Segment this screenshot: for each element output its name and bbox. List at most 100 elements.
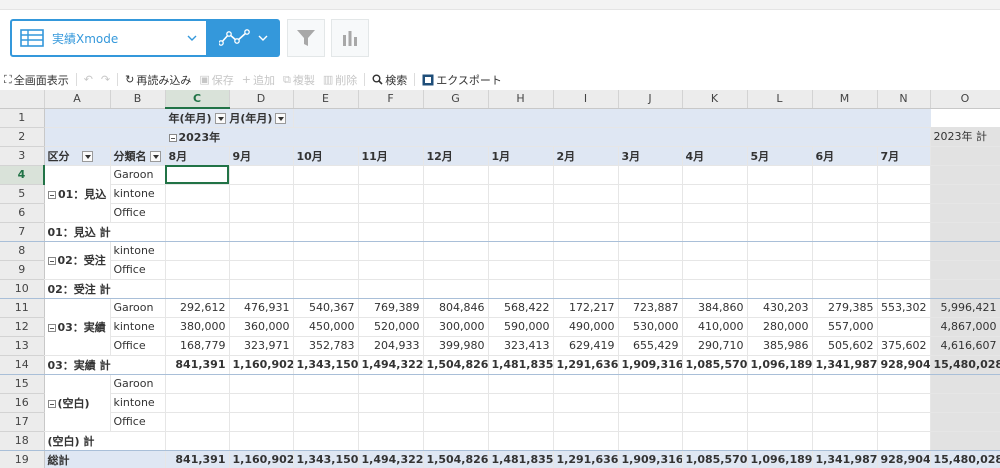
pivot-grid[interactable]: A B C D E F G H I J K L M N O 1 年(年月) 月(… — [0, 90, 1000, 468]
cell[interactable] — [682, 184, 748, 204]
total-cell[interactable]: 4,616,607 — [930, 336, 1000, 356]
cell[interactable] — [358, 412, 424, 432]
cell[interactable] — [423, 412, 489, 432]
cell[interactable] — [165, 279, 230, 299]
column-header[interactable]: C — [165, 90, 230, 109]
cell[interactable] — [553, 431, 619, 451]
cell[interactable] — [165, 184, 230, 204]
column-header[interactable]: A — [44, 90, 111, 109]
cell[interactable] — [553, 222, 619, 242]
add-button[interactable]: + 追加 — [238, 70, 279, 89]
column-header[interactable]: E — [293, 90, 359, 109]
cell[interactable] — [229, 184, 294, 204]
value-cell[interactable]: 380,000 — [165, 317, 230, 337]
value-cell[interactable]: 290,710 — [682, 336, 748, 356]
cell[interactable] — [423, 260, 489, 280]
cell[interactable] — [682, 374, 748, 394]
grand-total-value[interactable]: 1,341,987 — [812, 450, 878, 468]
value-cell[interactable]: 505,602 — [812, 336, 878, 356]
cell[interactable] — [812, 165, 878, 185]
cell[interactable] — [877, 412, 931, 432]
subtotal-value[interactable]: 841,391 — [165, 355, 230, 375]
cell[interactable] — [293, 203, 359, 223]
subtotal-value[interactable]: 1,481,835 — [488, 355, 554, 375]
value-cell[interactable]: 385,986 — [747, 336, 813, 356]
cell[interactable] — [293, 412, 359, 432]
filter-button[interactable] — [287, 19, 325, 57]
column-header[interactable]: J — [618, 90, 683, 109]
cell[interactable] — [877, 222, 931, 242]
cell[interactable] — [812, 222, 878, 242]
cell[interactable] — [747, 203, 813, 223]
row-header[interactable]: 9 — [0, 260, 45, 280]
cell[interactable] — [423, 203, 489, 223]
grand-total-label[interactable]: 総計 — [44, 450, 166, 468]
row-header[interactable]: 18 — [0, 431, 45, 451]
cell[interactable] — [488, 260, 554, 280]
item-cell[interactable]: Office — [110, 203, 166, 223]
value-cell[interactable]: 323,971 — [229, 336, 294, 356]
cell[interactable] — [358, 279, 424, 299]
cell[interactable] — [812, 108, 878, 128]
item-cell[interactable]: kintone — [110, 393, 166, 413]
row-header[interactable]: 16 — [0, 393, 45, 413]
row-header[interactable]: 10 — [0, 279, 45, 299]
cell[interactable] — [553, 203, 619, 223]
cell[interactable] — [682, 260, 748, 280]
row-header[interactable]: 1 — [0, 108, 45, 128]
cell[interactable] — [682, 222, 748, 242]
cell[interactable] — [812, 260, 878, 280]
cell[interactable] — [293, 222, 359, 242]
column-header[interactable]: D — [229, 90, 294, 109]
fullscreen-button[interactable]: ⛶ 全画面表示 — [0, 70, 73, 89]
value-cell[interactable]: 375,602 — [877, 336, 931, 356]
column-header[interactable]: B — [110, 90, 166, 109]
cell[interactable] — [812, 431, 878, 451]
cell[interactable] — [229, 222, 294, 242]
cell[interactable] — [358, 260, 424, 280]
subtotal-value[interactable]: 928,904 — [877, 355, 931, 375]
value-cell[interactable]: 520,000 — [358, 317, 424, 337]
value-cell[interactable]: 323,413 — [488, 336, 554, 356]
cell[interactable] — [618, 412, 683, 432]
cell[interactable] — [165, 393, 230, 413]
subtotal-value[interactable]: 1,160,902 — [229, 355, 294, 375]
cell[interactable] — [293, 184, 359, 204]
cell[interactable] — [488, 374, 554, 394]
item-cell[interactable]: kintone — [110, 241, 166, 261]
grand-total-value[interactable]: 841,391 — [165, 450, 230, 468]
column-header[interactable]: K — [682, 90, 748, 109]
value-cell[interactable]: 204,933 — [358, 336, 424, 356]
value-cell[interactable]: 384,860 — [682, 298, 748, 318]
cell[interactable] — [877, 108, 931, 128]
cell[interactable] — [877, 374, 931, 394]
cell[interactable] — [812, 203, 878, 223]
cell[interactable] — [747, 241, 813, 261]
cell[interactable] — [488, 222, 554, 242]
cell[interactable] — [358, 184, 424, 204]
value-cell[interactable]: 540,367 — [293, 298, 359, 318]
filter-dropdown-icon[interactable] — [214, 113, 226, 125]
filter-dropdown-icon[interactable] — [275, 113, 287, 125]
cell[interactable] — [553, 165, 619, 185]
cell[interactable] — [682, 241, 748, 261]
cell[interactable] — [423, 108, 489, 128]
cell[interactable] — [293, 165, 359, 185]
subtotal-value[interactable]: 1,909,316 — [618, 355, 683, 375]
cell[interactable] — [293, 108, 359, 128]
row-header[interactable]: 13 — [0, 336, 45, 356]
row-header[interactable]: 3 — [0, 146, 45, 166]
cell[interactable] — [618, 279, 683, 299]
cell[interactable] — [618, 203, 683, 223]
item-cell[interactable]: Office — [110, 336, 166, 356]
cell[interactable] — [747, 260, 813, 280]
value-cell[interactable]: 360,000 — [229, 317, 294, 337]
grand-total-value[interactable]: 1,481,835 — [488, 450, 554, 468]
copy-button[interactable]: ⧉ 複製 — [279, 70, 319, 89]
cell[interactable] — [618, 108, 683, 128]
cell[interactable] — [488, 241, 554, 261]
view-selector[interactable]: 実績Xmode — [10, 19, 208, 57]
total-cell[interactable] — [930, 260, 1000, 280]
row-header[interactable]: 5 — [0, 184, 45, 204]
cell[interactable] — [293, 260, 359, 280]
